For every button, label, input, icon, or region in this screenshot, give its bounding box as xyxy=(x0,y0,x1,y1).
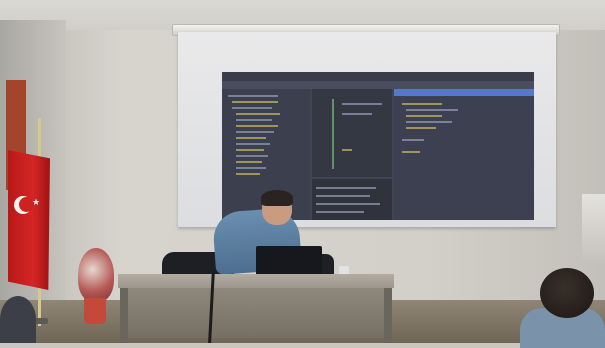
audience-member-left xyxy=(0,296,36,343)
projector-screen xyxy=(178,32,556,227)
presenter-hair xyxy=(261,190,293,206)
ide-toolbar xyxy=(222,81,534,89)
ide-side-panel xyxy=(394,89,534,220)
ide-menubar xyxy=(222,72,534,81)
ide-code-editor xyxy=(312,89,392,177)
right-wall-object xyxy=(582,194,605,264)
desk-leg-left xyxy=(120,288,128,343)
star-icon: ★ xyxy=(32,198,41,208)
turkish-flag xyxy=(8,150,50,290)
audience-member-head xyxy=(540,268,594,318)
flower-pot xyxy=(84,298,106,324)
ide-output-panel xyxy=(312,179,392,220)
desk-front-panel xyxy=(122,288,390,338)
desk-top xyxy=(118,274,394,288)
flower-arrangement xyxy=(78,248,114,302)
laptop xyxy=(256,246,322,276)
ide-side-panel-header xyxy=(394,89,534,96)
desk-leg-right xyxy=(384,288,392,343)
